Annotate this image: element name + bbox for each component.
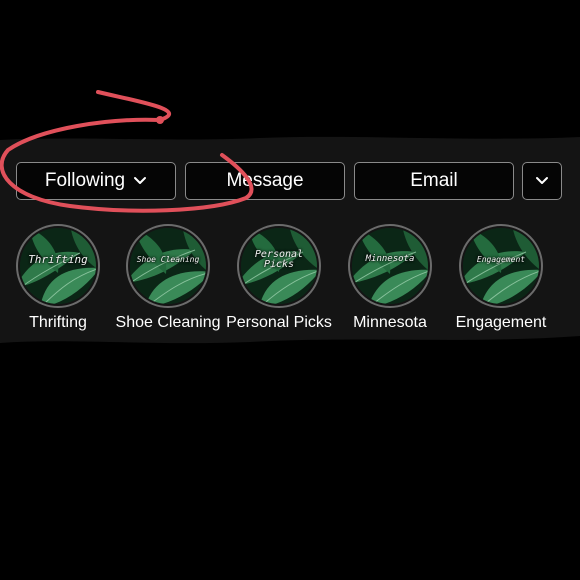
highlight-cover-text: Minnesota (365, 254, 415, 265)
highlight-personal-picks[interactable]: Personal Picks (237, 224, 321, 308)
following-button[interactable]: Following (16, 162, 176, 200)
highlight-cover-text: Engagement (476, 254, 526, 264)
message-label: Message (226, 170, 304, 191)
highlight-thrifting[interactable]: Thrifting (16, 224, 100, 308)
message-button[interactable]: Message (185, 162, 345, 200)
highlight-cover-text: Shoe Cleaning (136, 254, 200, 264)
email-label: Email (410, 170, 458, 191)
highlight-label: Minnesota (353, 314, 427, 331)
highlight-label: Thrifting (29, 314, 87, 331)
chevron-down-icon (535, 176, 549, 186)
email-button[interactable]: Email (354, 162, 514, 200)
more-options-button[interactable] (522, 162, 562, 200)
following-label: Following (44, 170, 126, 191)
highlight-cover-text: Personal Picks (254, 248, 304, 270)
highlight-label: Engagement (455, 314, 547, 331)
highlight-cover-text: Thrifting (28, 253, 88, 267)
chevron-down-icon (133, 176, 147, 186)
highlight-label: Shoe Cleaning (115, 314, 221, 331)
highlight-minnesota[interactable]: Minnesota (348, 224, 432, 308)
highlight-label: Personal Picks (226, 314, 332, 331)
highlight-engagement[interactable]: Engagement (459, 224, 543, 308)
highlight-shoe-cleaning[interactable]: Shoe Cleaning (126, 224, 210, 308)
